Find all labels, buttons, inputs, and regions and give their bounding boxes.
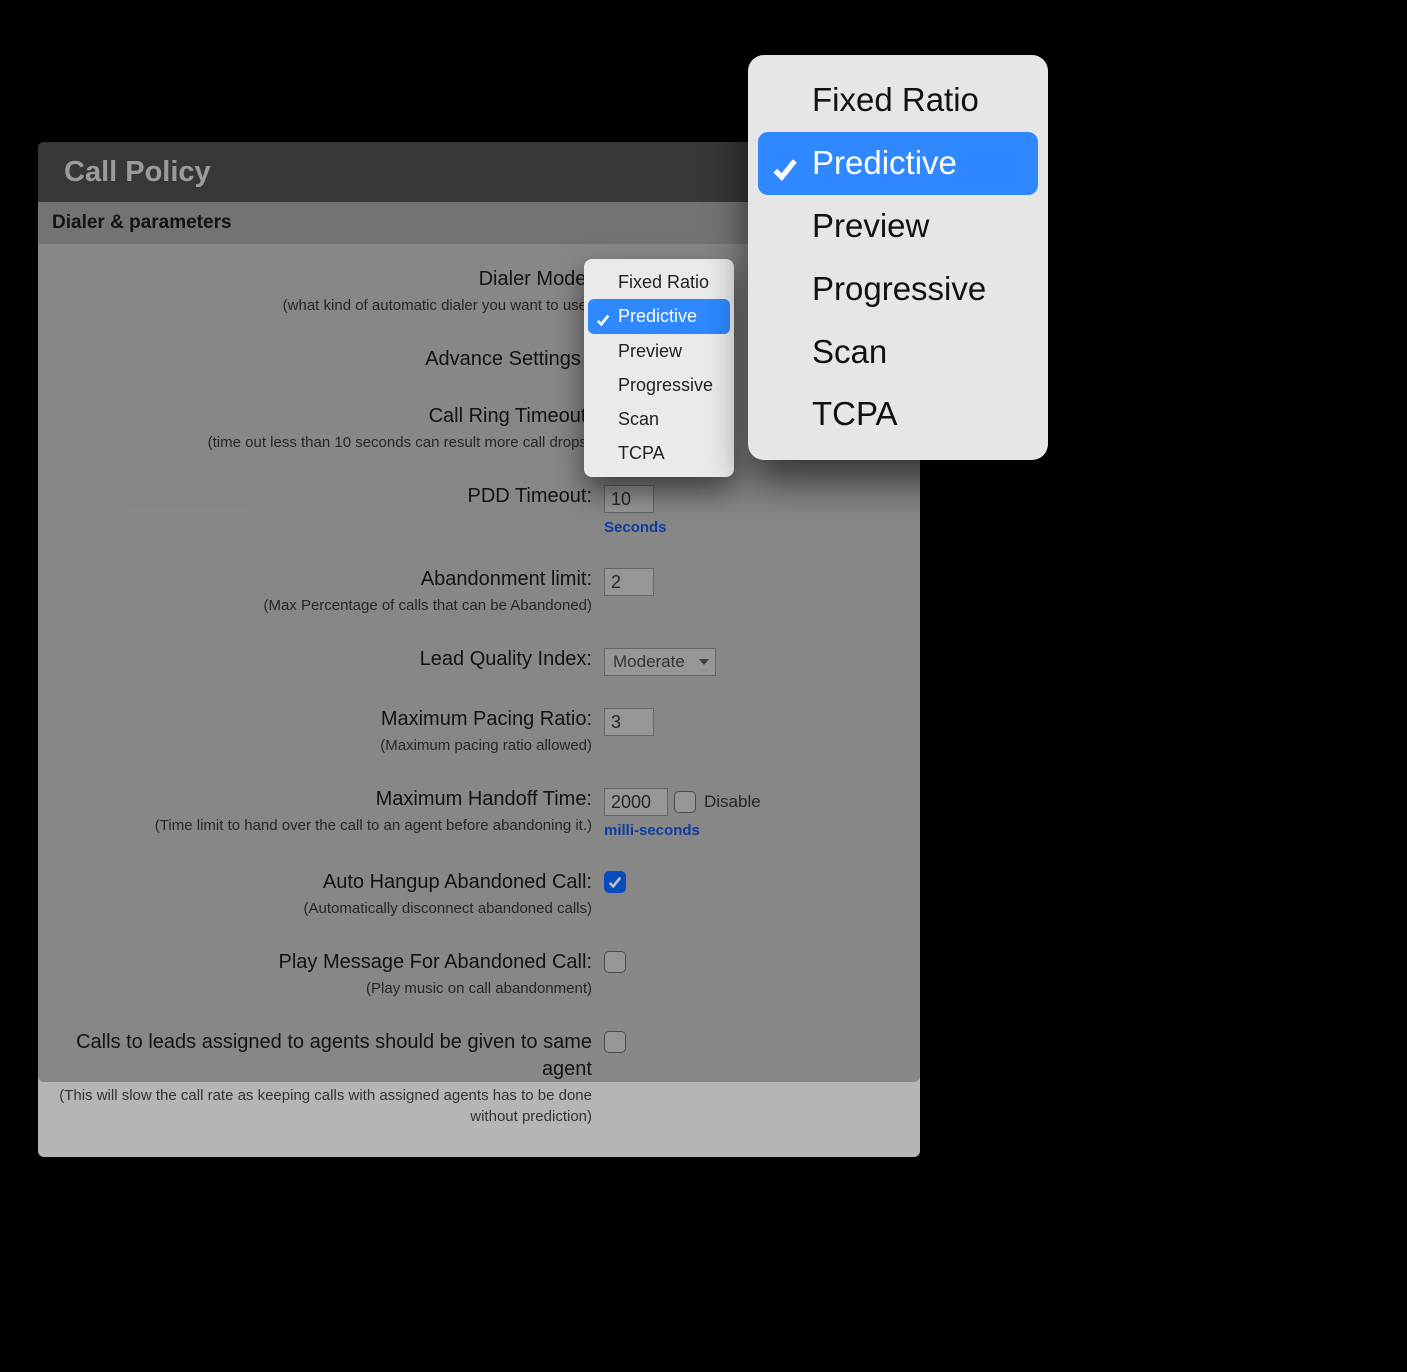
dialer-mode-option[interactable]: Preview <box>588 334 730 368</box>
label-disable: Disable <box>704 792 761 812</box>
max-handoff-input[interactable] <box>604 788 668 816</box>
row-lead-quality: Lead Quality Index: Moderate <box>52 646 906 676</box>
option-label: Fixed Ratio <box>618 272 709 292</box>
dialer-mode-dropdown[interactable]: Fixed Ratio Predictive Preview Progressi… <box>584 259 734 477</box>
option-label: Preview <box>618 341 682 361</box>
dialer-mode-option[interactable]: TCPA <box>758 383 1038 446</box>
check-icon <box>596 309 610 323</box>
hint-same-agent: (This will slow the call rate as keeping… <box>52 1085 592 1127</box>
unit-milliseconds: milli-seconds <box>604 822 700 839</box>
check-icon <box>772 150 798 176</box>
label-lead-quality: Lead Quality Index: <box>52 646 592 673</box>
label-max-handoff: Maximum Handoff Time: <box>52 786 592 813</box>
dialer-mode-option[interactable]: Predictive <box>758 132 1038 195</box>
hint-auto-hangup: (Automatically disconnect abandoned call… <box>52 898 592 919</box>
row-play-msg: Play Message For Abandoned Call: (Play m… <box>52 949 906 999</box>
chevron-down-icon <box>699 659 709 665</box>
hint-call-ring-timeout: (time out less than 10 seconds can resul… <box>52 432 592 453</box>
row-auto-hangup: Auto Hangup Abandoned Call: (Automatical… <box>52 869 906 919</box>
hint-max-handoff: (Time limit to hand over the call to an … <box>52 815 592 836</box>
dialer-mode-option[interactable]: TCPA <box>588 436 730 470</box>
label-dialer-mode: Dialer Mode: <box>52 266 592 293</box>
dialer-mode-option[interactable]: Scan <box>758 321 1038 384</box>
label-auto-hangup: Auto Hangup Abandoned Call: <box>52 869 592 896</box>
row-same-agent: Calls to leads assigned to agents should… <box>52 1029 906 1127</box>
option-label: Scan <box>812 333 887 370</box>
row-max-pacing: Maximum Pacing Ratio: (Maximum pacing ra… <box>52 706 906 756</box>
option-label: Progressive <box>618 375 713 395</box>
label-abandonment-limit: Abandonment limit: <box>52 566 592 593</box>
dialer-mode-option[interactable]: Preview <box>758 195 1038 258</box>
same-agent-checkbox[interactable] <box>604 1031 626 1053</box>
label-max-pacing: Maximum Pacing Ratio: <box>52 706 592 733</box>
pdd-timeout-input[interactable] <box>604 485 654 513</box>
dialer-mode-option[interactable]: Fixed Ratio <box>588 265 730 299</box>
option-label: Predictive <box>812 144 957 181</box>
option-label: Preview <box>812 207 929 244</box>
label-advance-settings: Advance Settings : <box>52 346 592 373</box>
play-msg-checkbox[interactable] <box>604 951 626 973</box>
option-label: Progressive <box>812 270 986 307</box>
dialer-mode-option[interactable]: Scan <box>588 402 730 436</box>
label-play-msg: Play Message For Abandoned Call: <box>52 949 592 976</box>
label-pdd-timeout: PDD Timeout: <box>52 483 592 510</box>
auto-hangup-checkbox[interactable] <box>604 871 626 893</box>
label-same-agent: Calls to leads assigned to agents should… <box>52 1029 592 1083</box>
option-label: Fixed Ratio <box>812 81 979 118</box>
abandonment-limit-input[interactable] <box>604 568 654 596</box>
hint-max-pacing: (Maximum pacing ratio allowed) <box>52 735 592 756</box>
max-pacing-input[interactable] <box>604 708 654 736</box>
row-abandonment-limit: Abandonment limit: (Max Percentage of ca… <box>52 566 906 616</box>
dialer-mode-dropdown-enlarged[interactable]: Fixed Ratio Predictive Preview Progressi… <box>748 55 1048 460</box>
row-max-handoff: Maximum Handoff Time: (Time limit to han… <box>52 786 906 839</box>
hint-abandonment-limit: (Max Percentage of calls that can be Aba… <box>52 595 592 616</box>
dialer-mode-option[interactable]: Progressive <box>758 258 1038 321</box>
lead-quality-value: Moderate <box>613 652 685 672</box>
hint-play-msg: (Play music on call abandonment) <box>52 978 592 999</box>
option-label: TCPA <box>812 395 898 432</box>
unit-seconds: Seconds <box>604 519 667 536</box>
label-call-ring-timeout: Call Ring Timeout: <box>52 403 592 430</box>
hint-dialer-mode: (what kind of automatic dialer you want … <box>52 295 592 316</box>
row-pdd-timeout: PDD Timeout: Seconds <box>52 483 906 536</box>
dialer-mode-option[interactable]: Fixed Ratio <box>758 69 1038 132</box>
option-label: Predictive <box>618 306 697 326</box>
dialer-mode-option[interactable]: Predictive <box>588 299 730 333</box>
option-label: TCPA <box>618 443 665 463</box>
dialer-mode-option[interactable]: Progressive <box>588 368 730 402</box>
lead-quality-select[interactable]: Moderate <box>604 648 716 676</box>
option-label: Scan <box>618 409 659 429</box>
max-handoff-disable-checkbox[interactable] <box>674 791 696 813</box>
